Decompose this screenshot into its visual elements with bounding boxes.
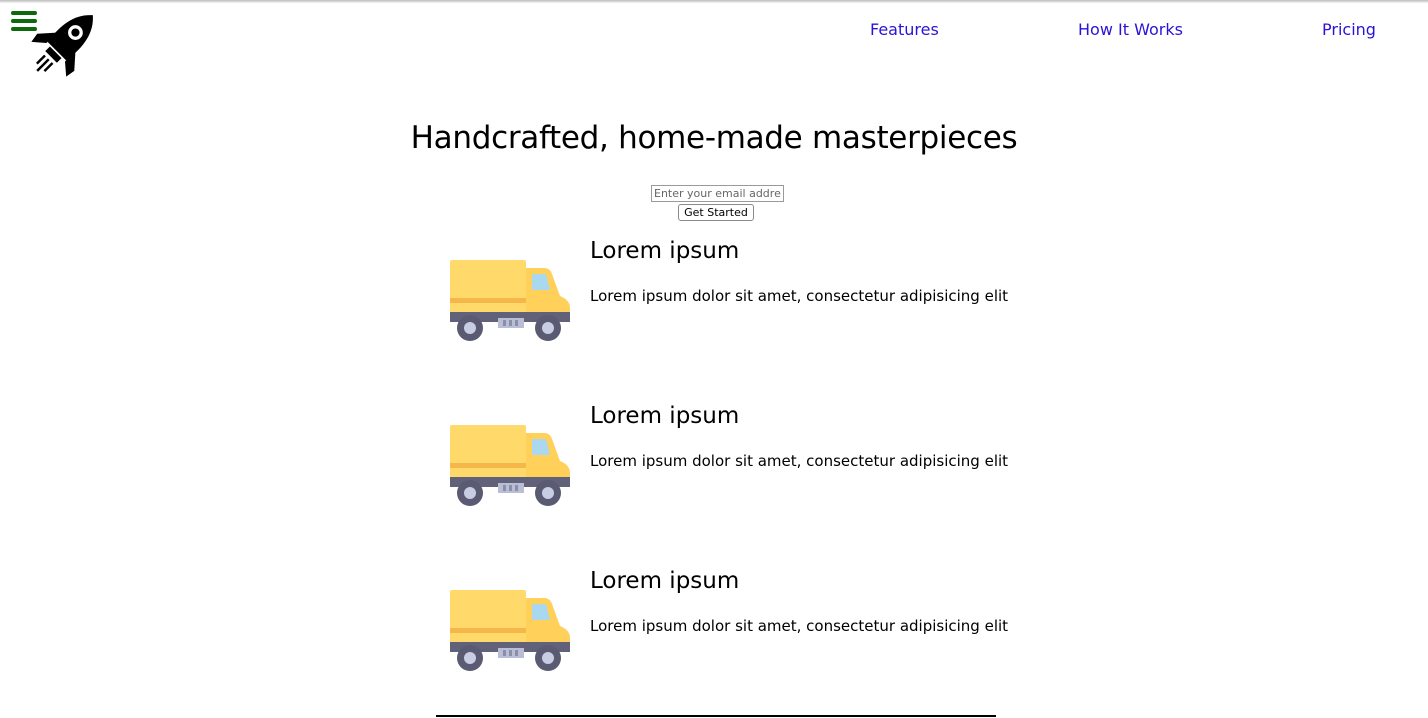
feature-text: Lorem ipsum dolor sit amet, consectetur … — [590, 452, 1009, 470]
feature-text: Lorem ipsum dolor sit amet, consectetur … — [590, 617, 1009, 635]
top-shadow — [0, 0, 1428, 3]
rocket-icon — [31, 15, 93, 77]
feature-item: Lorem ipsum Lorem ipsum dolor sit amet, … — [448, 238, 1048, 350]
delivery-truck-icon — [450, 260, 570, 341]
delivery-truck-icon — [450, 425, 570, 506]
get-started-button[interactable]: Get Started — [678, 204, 754, 221]
nav-link-features[interactable]: Features — [870, 20, 939, 39]
feature-title: Lorem ipsum — [590, 403, 740, 429]
feature-item: Lorem ipsum Lorem ipsum dolor sit amet, … — [448, 403, 1048, 515]
section-divider — [436, 715, 996, 717]
feature-item: Lorem ipsum Lorem ipsum dolor sit amet, … — [448, 568, 1048, 680]
nav-link-pricing[interactable]: Pricing — [1322, 20, 1376, 39]
email-input[interactable] — [651, 185, 784, 202]
feature-title: Lorem ipsum — [590, 568, 740, 594]
delivery-truck-icon — [450, 590, 570, 671]
feature-text: Lorem ipsum dolor sit amet, consectetur … — [590, 287, 1009, 305]
hero-title: Handcrafted, home-made masterpieces — [410, 120, 1018, 156]
nav-link-how-it-works[interactable]: How It Works — [1078, 20, 1183, 39]
feature-title: Lorem ipsum — [590, 238, 740, 264]
